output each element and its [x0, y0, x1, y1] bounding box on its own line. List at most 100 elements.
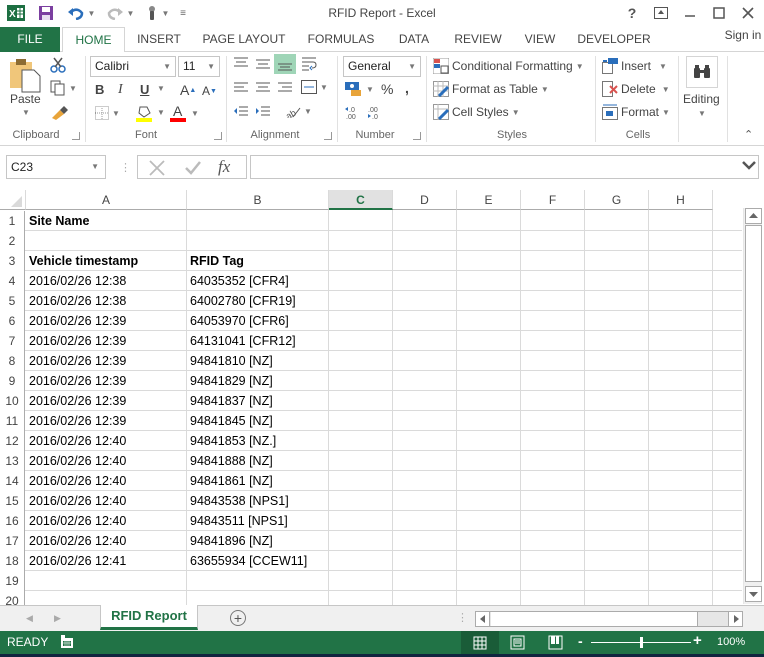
row-header[interactable]: 7 — [0, 331, 25, 351]
worksheet-grid[interactable]: ABCDEFGH 1 Site Name 2 3 Vehicle timestamp RF… — [0, 190, 764, 605]
name-box[interactable]: C23 ▼ — [6, 155, 106, 179]
formula-input[interactable] — [250, 155, 759, 179]
row-header[interactable]: 11 — [0, 411, 25, 431]
row-header[interactable]: 14 — [0, 471, 25, 491]
formula-bar-grip-icon[interactable]: ⋮ — [120, 161, 131, 174]
cell-b14[interactable]: 94841861 [NZ] — [187, 471, 329, 491]
zoom-slider-thumb[interactable] — [640, 637, 643, 648]
cut-icon[interactable] — [50, 57, 66, 73]
align-right-icon[interactable] — [277, 82, 293, 94]
cell-a6[interactable]: 2016/02/26 12:39 — [26, 311, 187, 331]
cell-a17[interactable]: 2016/02/26 12:40 — [26, 531, 187, 551]
select-all-button[interactable] — [0, 190, 26, 210]
italic-button[interactable]: I — [118, 82, 123, 98]
row-header[interactable]: 15 — [0, 491, 25, 511]
tab-review[interactable]: REVIEW — [450, 27, 506, 52]
cell-a13[interactable]: 2016/02/26 12:40 — [26, 451, 187, 471]
delete-cells-button[interactable]: Delete ▼ — [602, 81, 670, 97]
cell-a9[interactable]: 2016/02/26 12:39 — [26, 371, 187, 391]
cell-a11[interactable]: 2016/02/26 12:39 — [26, 411, 187, 431]
tab-view[interactable]: VIEW — [520, 27, 560, 52]
find-select-icon[interactable] — [686, 56, 718, 88]
row-header[interactable]: 19 — [0, 571, 25, 591]
cell-b18[interactable]: 63655934 [CCEW11] — [187, 551, 329, 571]
cell-b5[interactable]: 64002780 [CFR19] — [187, 291, 329, 311]
page-layout-view-button[interactable] — [500, 631, 536, 654]
percent-style-button[interactable]: % — [381, 81, 393, 97]
number-launcher-icon[interactable] — [413, 132, 421, 140]
row-header[interactable]: 16 — [0, 511, 25, 531]
vertical-scrollbar[interactable] — [743, 208, 762, 604]
format-as-table-button[interactable]: Format as Table ▼ — [433, 81, 549, 97]
next-sheet-icon[interactable]: ▶ — [54, 613, 61, 624]
cell-b13[interactable]: 94841888 [NZ] — [187, 451, 329, 471]
zoom-slider[interactable] — [591, 637, 691, 648]
borders-button[interactable]: ▼ — [95, 106, 120, 120]
font-color-button[interactable]: A ▼ — [170, 104, 199, 122]
top-align-icon[interactable] — [233, 57, 249, 69]
bold-button[interactable]: B — [95, 82, 104, 97]
increase-font-size-icon[interactable]: A ▲ — [180, 82, 196, 98]
vertical-scroll-thumb[interactable] — [745, 225, 762, 582]
number-format-select[interactable]: General ▼ — [343, 56, 421, 77]
cell-b19[interactable] — [187, 571, 329, 591]
tab-home[interactable]: HOME — [62, 27, 125, 53]
row-header[interactable]: 10 — [0, 391, 25, 411]
column-header-e[interactable]: E — [457, 190, 521, 210]
decrease-font-size-icon[interactable]: A ▼ — [202, 84, 217, 98]
tab-page-layout[interactable]: PAGE LAYOUT — [198, 27, 290, 52]
row-header[interactable]: 9 — [0, 371, 25, 391]
cell-a19[interactable] — [26, 571, 187, 591]
maximize-button[interactable] — [707, 3, 731, 23]
comma-style-button[interactable]: , — [405, 80, 409, 96]
cell-a1[interactable]: Site Name — [26, 211, 187, 231]
row-header[interactable]: 8 — [0, 351, 25, 371]
clipboard-launcher-icon[interactable] — [72, 132, 80, 140]
wrap-text-icon[interactable] — [301, 57, 317, 71]
zoom-in-button[interactable]: + — [693, 632, 702, 649]
cell-a14[interactable]: 2016/02/26 12:40 — [26, 471, 187, 491]
cell-a20[interactable] — [26, 591, 187, 605]
expand-formula-bar-icon[interactable] — [742, 159, 756, 174]
minimize-button[interactable] — [678, 3, 702, 23]
format-painter-icon[interactable] — [50, 104, 68, 120]
tab-developer[interactable]: DEVELOPER — [576, 27, 652, 52]
cell-b6[interactable]: 64053970 [CFR6] — [187, 311, 329, 331]
row-header[interactable]: 13 — [0, 451, 25, 471]
cell-a15[interactable]: 2016/02/26 12:40 — [26, 491, 187, 511]
font-size-select[interactable]: 11 ▼ — [178, 56, 220, 77]
scroll-left-button[interactable] — [476, 612, 490, 626]
cell-b2[interactable] — [187, 231, 329, 251]
alignment-launcher-icon[interactable] — [324, 132, 332, 140]
orientation-button[interactable]: ab ▼ — [285, 104, 312, 119]
enter-icon[interactable] — [184, 159, 202, 180]
cell-a4[interactable]: 2016/02/26 12:38 — [26, 271, 187, 291]
cell-b15[interactable]: 94843538 [NPS1] — [187, 491, 329, 511]
column-header-a[interactable]: A — [26, 190, 187, 210]
help-button[interactable]: ? — [620, 3, 644, 23]
close-button[interactable] — [736, 3, 760, 23]
increase-decimal-icon[interactable]: .0.00 — [345, 106, 361, 120]
increase-indent-icon[interactable] — [255, 106, 271, 118]
cell-b8[interactable]: 94841810 [NZ] — [187, 351, 329, 371]
macro-recording-icon[interactable] — [60, 635, 74, 652]
fill-color-button[interactable] — [136, 104, 154, 122]
collapse-ribbon-icon[interactable]: ⌃ — [744, 128, 753, 141]
column-header-c[interactable]: C — [329, 190, 393, 210]
scroll-up-button[interactable] — [745, 208, 762, 224]
fill-color-dropdown-icon[interactable]: ▼ — [157, 108, 165, 117]
zoom-out-button[interactable]: - — [578, 633, 583, 649]
zoom-level[interactable]: 100% — [717, 636, 745, 648]
decrease-decimal-icon[interactable]: .00.0 — [366, 106, 382, 120]
sheet-tab-rfid-report[interactable]: RFID Report — [100, 605, 198, 630]
insert-function-button[interactable]: fx — [218, 157, 230, 177]
cell-a7[interactable]: 2016/02/26 12:39 — [26, 331, 187, 351]
tab-split-grip-icon[interactable]: ⋮ — [457, 611, 468, 624]
font-launcher-icon[interactable] — [214, 132, 222, 140]
cell-b1[interactable] — [187, 211, 329, 231]
row-header[interactable]: 2 — [0, 231, 25, 251]
column-header-b[interactable]: B — [187, 190, 329, 210]
accounting-format-button[interactable]: ▼ — [345, 82, 374, 96]
row-header[interactable]: 3 — [0, 251, 25, 271]
prev-sheet-icon[interactable]: ◀ — [26, 613, 33, 624]
